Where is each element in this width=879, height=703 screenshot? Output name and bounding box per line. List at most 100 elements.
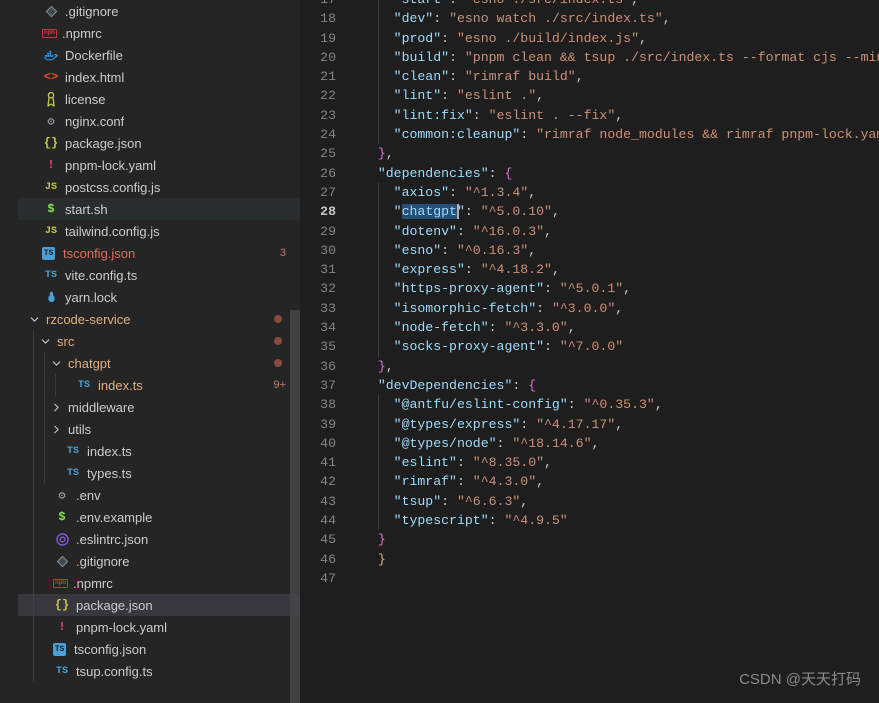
code-lines[interactable]: 17 "start": "esno ./src/index.ts",18 "de… [300,0,879,703]
code-line[interactable]: 32 "https-proxy-agent": "^5.0.1", [300,279,879,298]
tree-file-index-ts[interactable]: TS index.ts [18,440,300,462]
code-text[interactable]: }, [354,144,879,163]
code-text[interactable]: "dev": "esno watch ./src/index.ts", [354,9,879,28]
code-text[interactable]: "devDependencies": { [354,376,879,395]
code-text[interactable]: "dotenv": "^16.0.3", [354,222,879,241]
tree-file-index-ts[interactable]: TS index.ts 9+ [18,374,300,396]
code-text[interactable]: "chatgpt": "^5.0.10", [354,202,879,221]
code-text[interactable]: "tsup": "^6.6.3", [354,492,879,511]
file-tree[interactable]: .gitignore npm .npmrc Dockerfile <> index.htm… [18,0,300,682]
tree-file-npmrc[interactable]: npm .npmrc [18,22,300,44]
code-line[interactable]: 35 "socks-proxy-agent": "^7.0.0" [300,337,879,356]
code-line[interactable]: 36 }, [300,357,879,376]
code-line[interactable]: 29 "dotenv": "^16.0.3", [300,222,879,241]
tree-file-eslintrc-json[interactable]: .eslintrc.json [18,528,300,550]
chevron-right-icon[interactable] [48,424,64,435]
code-line[interactable]: 22 "lint": "eslint .", [300,86,879,105]
tree-file-gitignore[interactable]: .gitignore [18,0,300,22]
code-text[interactable]: "lint:fix": "eslint . --fix", [354,106,879,125]
code-text[interactable]: "build": "pnpm clean && tsup ./src/index… [354,48,879,67]
tree-folder-rzcode-service[interactable]: rzcode-service [18,308,300,330]
chevron-down-icon[interactable] [48,358,64,369]
chevron-down-icon[interactable] [37,336,53,347]
tree-file-env-example[interactable]: $ .env.example [18,506,300,528]
code-text[interactable]: "start": "esno ./src/index.ts", [354,0,879,9]
code-text[interactable]: "node-fetch": "^3.3.0", [354,318,879,337]
code-text[interactable]: "typescript": "^4.9.5" [354,511,879,530]
code-line[interactable]: 18 "dev": "esno watch ./src/index.ts", [300,9,879,28]
tree-file-env[interactable]: ⚙ .env [18,484,300,506]
code-line[interactable]: 21 "clean": "rimraf build", [300,67,879,86]
code-text[interactable]: "common:cleanup": "rimraf node_modules &… [354,125,879,144]
tree-file-start-sh[interactable]: $ start.sh [18,198,300,220]
code-text[interactable]: } [354,550,879,569]
code-text[interactable]: "express": "^4.18.2", [354,260,879,279]
code-text[interactable]: "socks-proxy-agent": "^7.0.0" [354,337,879,356]
tree-file-pnpm-lock-yaml[interactable]: ! pnpm-lock.yaml [18,154,300,176]
code-line[interactable]: 19 "prod": "esno ./build/index.js", [300,29,879,48]
tree-file-tailwind-config-js[interactable]: JS tailwind.config.js [18,220,300,242]
code-line[interactable]: 37 "devDependencies": { [300,376,879,395]
code-line[interactable]: 27 "axios": "^1.3.4", [300,183,879,202]
code-editor[interactable]: 17 "start": "esno ./src/index.ts",18 "de… [300,0,879,703]
code-line[interactable]: 20 "build": "pnpm clean && tsup ./src/in… [300,48,879,67]
code-line[interactable]: 42 "rimraf": "^4.3.0", [300,472,879,491]
code-line[interactable]: 41 "eslint": "^8.35.0", [300,453,879,472]
code-line[interactable]: 44 "typescript": "^4.9.5" [300,511,879,530]
tree-folder-middleware[interactable]: middleware [18,396,300,418]
tree-file-dockerfile[interactable]: Dockerfile [18,44,300,66]
code-line[interactable]: 31 "express": "^4.18.2", [300,260,879,279]
sidebar-scrollbar[interactable] [290,0,300,703]
sidebar-scrollbar-thumb[interactable] [290,310,300,703]
code-text[interactable]: } [354,530,879,549]
tree-file-vite-config-ts[interactable]: TS vite.config.ts [18,264,300,286]
tree-file-package-json[interactable]: {} package.json [18,594,300,616]
code-line[interactable]: 39 "@types/express": "^4.17.17", [300,415,879,434]
code-line[interactable]: 25 }, [300,144,879,163]
chevron-down-icon[interactable] [26,314,42,325]
tree-file-package-json[interactable]: {} package.json [18,132,300,154]
code-line[interactable]: 26 "dependencies": { [300,164,879,183]
code-text[interactable]: "eslint": "^8.35.0", [354,453,879,472]
code-line[interactable]: 24 "common:cleanup": "rimraf node_module… [300,125,879,144]
tree-folder-src[interactable]: src [18,330,300,352]
tree-file-tsup-config-ts[interactable]: TS tsup.config.ts [18,660,300,682]
code-text[interactable]: "lint": "eslint .", [354,86,879,105]
code-text[interactable]: "isomorphic-fetch": "^3.0.0", [354,299,879,318]
chevron-right-icon[interactable] [48,402,64,413]
tree-file-postcss-config-js[interactable]: JS postcss.config.js [18,176,300,198]
code-line[interactable]: 34 "node-fetch": "^3.3.0", [300,318,879,337]
code-text[interactable]: "@antfu/eslint-config": "^0.35.3", [354,395,879,414]
code-line[interactable]: 45 } [300,530,879,549]
tree-folder-chatgpt[interactable]: chatgpt [18,352,300,374]
code-text[interactable]: "rimraf": "^4.3.0", [354,472,879,491]
code-text[interactable] [354,569,879,588]
tree-file-nginx-conf[interactable]: ⚙ nginx.conf [18,110,300,132]
tree-folder-utils[interactable]: utils [18,418,300,440]
tree-file-license[interactable]: license [18,88,300,110]
code-text[interactable]: "clean": "rimraf build", [354,67,879,86]
code-text[interactable]: "esno": "^0.16.3", [354,241,879,260]
activity-bar[interactable] [0,0,18,703]
code-line[interactable]: 46 } [300,550,879,569]
code-line[interactable]: 43 "tsup": "^6.6.3", [300,492,879,511]
tree-file-tsconfig-json[interactable]: TS tsconfig.json [18,638,300,660]
code-line[interactable]: 40 "@types/node": "^18.14.6", [300,434,879,453]
code-line[interactable]: 28 "chatgpt": "^5.0.10", [300,202,879,221]
tree-file-yarn-lock[interactable]: yarn.lock [18,286,300,308]
code-line[interactable]: 17 "start": "esno ./src/index.ts", [300,0,879,9]
code-text[interactable]: "@types/node": "^18.14.6", [354,434,879,453]
code-text[interactable]: "axios": "^1.3.4", [354,183,879,202]
code-line[interactable]: 23 "lint:fix": "eslint . --fix", [300,106,879,125]
tree-file-types-ts[interactable]: TS types.ts [18,462,300,484]
code-line[interactable]: 38 "@antfu/eslint-config": "^0.35.3", [300,395,879,414]
code-text[interactable]: "dependencies": { [354,164,879,183]
code-line[interactable]: 33 "isomorphic-fetch": "^3.0.0", [300,299,879,318]
tree-file-tsconfig-json[interactable]: TS tsconfig.json 3 [18,242,300,264]
tree-file-npmrc[interactable]: npm .npmrc [18,572,300,594]
code-line[interactable]: 30 "esno": "^0.16.3", [300,241,879,260]
tree-file-index-html[interactable]: <> index.html [18,66,300,88]
tree-file-gitignore[interactable]: .gitignore [18,550,300,572]
code-text[interactable]: "prod": "esno ./build/index.js", [354,29,879,48]
tree-file-pnpm-lock-yaml[interactable]: ! pnpm-lock.yaml [18,616,300,638]
